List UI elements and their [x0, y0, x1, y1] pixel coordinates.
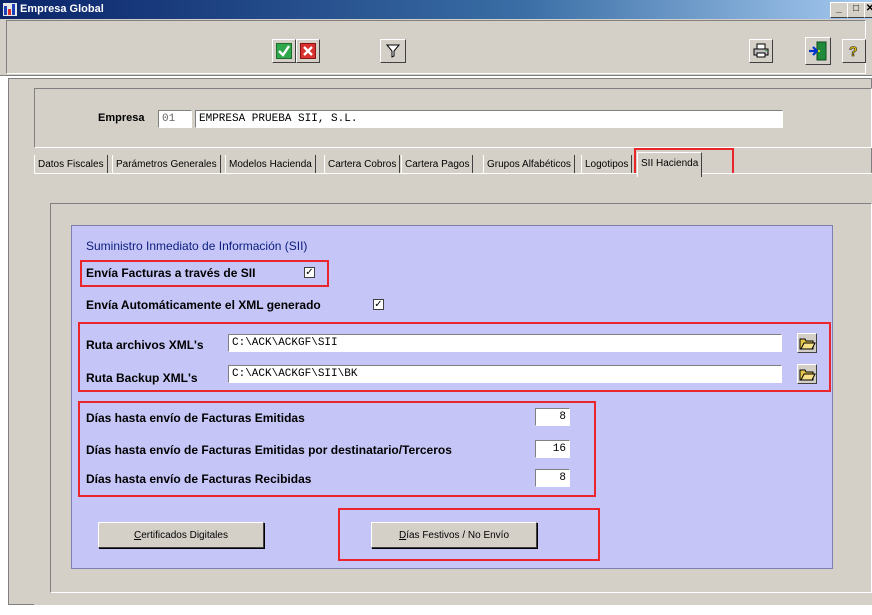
- envia-auto-label: Envía Automáticamente el XML generado: [86, 298, 321, 312]
- tab-cartera-pagos[interactable]: Cartera Pagos: [401, 155, 474, 174]
- dias-recibidas-label: Días hasta envío de Facturas Recibidas: [86, 472, 312, 486]
- tab-modelos-hacienda[interactable]: Modelos Hacienda: [225, 155, 316, 174]
- folder-open-icon: [799, 369, 816, 381]
- dias-recibidas-field[interactable]: 8: [535, 469, 570, 487]
- folder-open-icon: [799, 338, 816, 350]
- tab-logotipos[interactable]: Logotipos: [581, 155, 633, 174]
- printer-icon: [750, 40, 772, 62]
- ruta-backup-label: Ruta Backup XML's: [86, 371, 198, 385]
- filter-button[interactable]: [380, 39, 406, 63]
- festivos-button[interactable]: Días Festivos / No Envío: [371, 522, 537, 548]
- toolbar: ?: [0, 19, 872, 76]
- filter-icon: [381, 40, 405, 62]
- app-chart-icon: [3, 3, 17, 16]
- tab-datos-fiscales[interactable]: Datos Fiscales: [34, 155, 108, 174]
- sii-title: Suministro Inmediato de Información (SII…: [86, 239, 308, 253]
- tab-grupos-alfabeticos[interactable]: Grupos Alfabéticos: [483, 155, 575, 174]
- help-button[interactable]: ?: [842, 39, 866, 63]
- tab-cartera-cobros[interactable]: Cartera Cobros: [324, 155, 401, 174]
- accept-button[interactable]: [272, 39, 296, 63]
- exit-button[interactable]: [805, 37, 831, 65]
- exit-door-icon: [806, 38, 830, 64]
- print-button[interactable]: [749, 39, 773, 63]
- help-icon: ?: [843, 40, 865, 62]
- dias-terceros-label: Días hasta envío de Facturas Emitidas po…: [86, 443, 452, 457]
- empresa-label: Empresa: [98, 112, 145, 124]
- tab-sii-hacienda[interactable]: SII Hacienda: [637, 152, 703, 177]
- envia-facturas-checkbox[interactable]: ✓: [304, 267, 315, 278]
- minimize-button[interactable]: _: [830, 2, 848, 18]
- dias-terceros-field[interactable]: 16: [535, 440, 570, 458]
- cancel-button[interactable]: [296, 39, 320, 63]
- browse-ruta-xml-button[interactable]: [797, 333, 817, 353]
- certificados-button[interactable]: Certificados Digitales: [98, 522, 264, 548]
- empresa-code-field[interactable]: 01: [158, 110, 192, 128]
- dias-emitidas-label: Días hasta envío de Facturas Emitidas: [86, 411, 305, 425]
- svg-text:?: ?: [849, 43, 858, 59]
- close-window-button[interactable]: ✕: [864, 2, 872, 18]
- ruta-xml-label: Ruta archivos XML's: [86, 338, 204, 352]
- envia-auto-checkbox[interactable]: ✓: [373, 299, 384, 310]
- ruta-backup-field[interactable]: C:\ACK\ACKGF\SII\BK: [228, 365, 782, 383]
- window-title: Empresa Global: [20, 3, 104, 15]
- browse-ruta-backup-button[interactable]: [797, 364, 817, 384]
- cancel-icon: [297, 40, 319, 62]
- window-title-bar: Empresa Global _ □ ✕: [0, 0, 872, 19]
- dias-emitidas-field[interactable]: 8: [535, 408, 570, 426]
- festivos-label: Días Festivos / No Envío: [398, 529, 510, 541]
- tab-parametros-generales[interactable]: Parámetros Generales: [112, 155, 221, 174]
- empresa-name-field[interactable]: EMPRESA PRUEBA SII, S.L.: [195, 110, 783, 128]
- envia-facturas-label: Envía Facturas a través de SII: [86, 266, 256, 280]
- maximize-button[interactable]: □: [847, 2, 865, 18]
- check-icon: [273, 40, 295, 62]
- certificados-label: Certificados Digitales: [134, 529, 228, 541]
- tab-strip: Datos Fiscales Parámetros Generales Mode…: [34, 152, 872, 177]
- ruta-xml-field[interactable]: C:\ACK\ACKGF\SII: [228, 334, 782, 352]
